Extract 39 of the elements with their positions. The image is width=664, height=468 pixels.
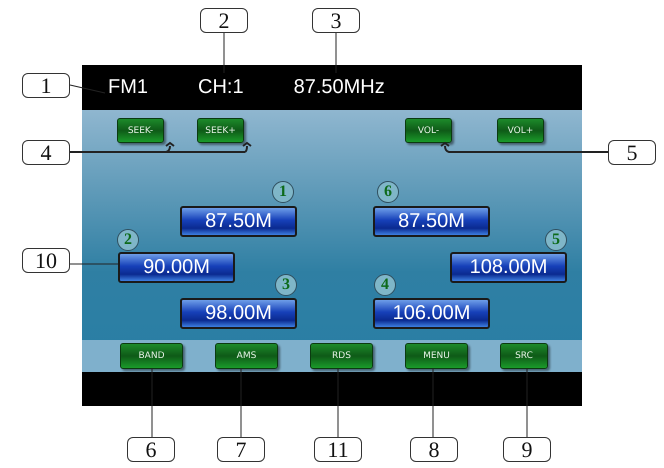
callout-label: 3 — [312, 8, 360, 33]
callout-label: 9 — [503, 437, 551, 462]
frequency-label: 87.50MHz — [294, 76, 385, 99]
control-button[interactable]: VOL+ — [497, 118, 544, 143]
preset-number: 1 — [272, 181, 294, 203]
leader-line — [240, 368, 242, 438]
control-button[interactable]: BAND — [120, 343, 183, 369]
leader-line — [70, 84, 106, 94]
preset-button[interactable]: 108.00M — [450, 252, 567, 283]
preset-button[interactable]: 87.50M — [373, 206, 490, 237]
preset-button[interactable]: 87.50M — [180, 206, 297, 237]
control-button[interactable]: RDS — [310, 343, 373, 369]
callout-label: 1 — [22, 73, 70, 98]
callout-label: 6 — [127, 437, 175, 462]
preset-button[interactable]: 90.00M — [118, 252, 235, 283]
callout-label: 10 — [22, 248, 70, 273]
control-button[interactable]: SEEK+ — [197, 118, 244, 143]
preset-number: 3 — [275, 274, 297, 296]
leader-line — [526, 368, 528, 438]
callout-label: 8 — [410, 437, 458, 462]
preset-number: 4 — [374, 274, 396, 296]
control-button[interactable]: SEEK- — [117, 118, 164, 143]
channel-label: CH:1 — [198, 76, 244, 99]
callout-label: 7 — [217, 437, 265, 462]
callout-label: 5 — [608, 140, 656, 165]
preset-button[interactable]: 98.00M — [180, 298, 297, 329]
leader-line — [432, 368, 434, 438]
control-button[interactable]: AMS — [215, 343, 278, 369]
callout-label: 2 — [200, 8, 248, 33]
band-label: FM1 — [108, 76, 148, 99]
callout-label: 4 — [22, 140, 70, 165]
preset-number: 5 — [545, 229, 567, 251]
control-button[interactable]: VOL- — [405, 118, 452, 143]
preset-number: 2 — [117, 229, 139, 251]
preset-button[interactable]: 106.00M — [373, 298, 490, 329]
preset-number: 6 — [377, 181, 399, 203]
callout-label: 11 — [314, 437, 362, 462]
control-button[interactable]: SRC — [500, 343, 548, 369]
control-button[interactable]: MENU — [405, 343, 468, 369]
